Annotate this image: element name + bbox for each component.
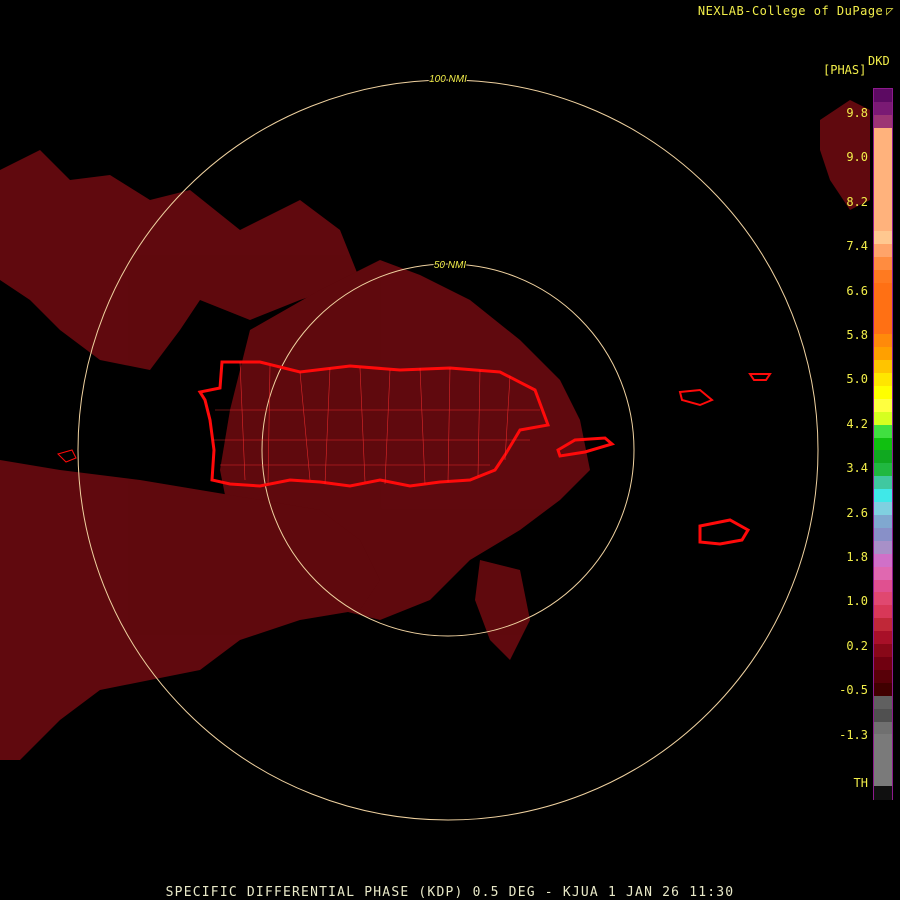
color-scale-segment [874,308,892,322]
color-scale-segment [874,502,892,516]
color-scale-tick-label: 0.2 [846,638,868,653]
color-scale-segment [874,373,892,387]
radar-map: 50 NMI 100 NMI [0,73,870,821]
color-scale-segment [874,424,892,439]
color-scale-segment [874,385,892,400]
color-scale-segment [874,786,892,800]
color-scale-tick-label: 6.6 [846,283,868,298]
color-scale-segment [874,760,892,774]
legend-product: DKD [868,54,890,68]
color-scale-tick-label: 5.0 [846,372,868,387]
color-scale-segment [874,579,892,594]
color-scale-segment [874,437,892,452]
color-scale-segment [874,605,892,619]
color-scale-segment [874,153,892,168]
mona-island-coastline [57,449,77,463]
color-scale-segment [874,476,892,490]
color-scale-segment [874,256,892,271]
color-scale-tick-label: -0.5 [839,683,868,698]
color-scale-tick-label: 9.0 [846,150,868,165]
color-scale-segment [874,321,892,335]
color-scale-segment [874,218,892,232]
color-scale-segment [874,295,892,310]
precipitation-echoes [0,100,870,760]
color-scale-segment [874,527,892,542]
color-scale-tick-label: 4.2 [846,416,868,431]
color-scale-segment [874,360,892,374]
credit-text: NEXLAB-College of DuPage [697,4,884,18]
color-scale-segment [874,773,892,787]
color-scale-segment [874,450,892,464]
color-scale-segment [874,243,892,258]
color-scale-segment [874,489,892,503]
color-scale-segment [874,708,892,723]
color-scale-segment [874,127,892,142]
color-scale-segment [874,114,892,129]
color-scale-tick-label: 3.4 [846,461,868,476]
credit-label: NEXLAB-College of DuPage ◸ [698,4,894,18]
legend-units: [PHAS] [823,63,867,77]
color-scale-tick-label: 9.8 [846,106,868,120]
color-scale-segment [874,540,892,555]
logo-mark-icon: ◸ [886,4,894,18]
ring-label-100: 100 NMI [429,74,467,85]
color-scale-segment [874,657,892,671]
color-scale-segment [874,89,892,103]
color-scale-tick-label: TH [853,776,868,790]
color-scale-tick-label: 7.4 [846,239,868,254]
color-scale-segment [874,721,892,736]
color-scale-segment [874,179,892,193]
color-scale-segment [874,747,892,761]
color-scale-tick-label: 8.2 [846,194,868,209]
culebra-coastline [678,388,714,407]
echo-south [475,560,530,660]
color-scale-segment [874,231,892,245]
color-scale-segment [874,269,892,284]
color-scale-segment [874,734,892,748]
color-scale-segment [874,644,892,658]
color-scale-segment [874,140,892,155]
ring-label-50: 50 NMI [434,260,466,271]
color-scale-segment [874,192,892,206]
color-scale-tick-label: -1.3 [839,727,868,742]
color-scale-segment [874,682,892,697]
color-scale-segment [874,618,892,632]
color-scale-segment [874,411,892,426]
color-scale-segment [874,166,892,180]
color-scale-bar [873,88,893,800]
color-scale-segment [874,592,892,606]
color-scale-segment [874,566,892,581]
color-scale-segment [874,515,892,529]
color-scale-segment [874,334,892,348]
color-scale-segment [874,205,892,219]
color-scale-segment [874,463,892,477]
color-scale-segment [874,631,892,645]
color-scale-tick-label: 2.6 [846,505,868,520]
color-scale-segment [874,553,892,568]
color-scale-tick-label: 1.0 [846,594,868,609]
color-scale-segment [874,398,892,413]
color-scale-tick-label: 5.8 [846,328,868,342]
color-scale-segment [874,669,892,684]
color-scale-segment [874,695,892,710]
virgin-islands-north [748,373,772,381]
color-scale-tick-label: 1.8 [846,550,868,564]
color-scale-segment [874,347,892,361]
st-croix-coastline [698,518,751,546]
product-caption: SPECIFIC DIFFERENTIAL PHASE (KDP) 0.5 DE… [165,885,735,900]
color-scale-segment [874,282,892,297]
color-scale-segment [874,101,892,116]
